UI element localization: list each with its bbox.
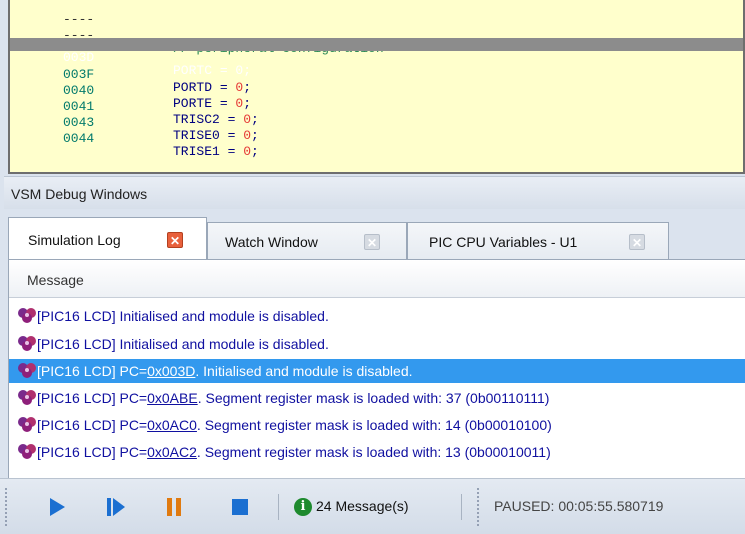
toolbar-grip[interactable] xyxy=(476,487,480,527)
pc-address-link[interactable]: 0x0AC0 xyxy=(147,417,197,433)
toolbar-grip[interactable] xyxy=(4,487,8,527)
vsm-debugger-window: ---- ---- // peripheral configuration 00… xyxy=(0,0,745,534)
code-address: 0044 xyxy=(63,131,95,146)
pc-address-link[interactable]: 0x0AC2 xyxy=(147,444,197,460)
lcd-component-icon xyxy=(18,336,36,351)
code-statement: TRISE1 = 0; xyxy=(173,144,259,159)
toolbar-separator xyxy=(461,494,462,520)
log-row[interactable]: [PIC16 LCD] PC=0x0ABE. Segment register … xyxy=(9,386,745,410)
code-line[interactable]: ---- xyxy=(10,0,743,26)
column-header-message[interactable]: Message xyxy=(9,260,745,298)
code-line[interactable]: 0044 TRISE1 = 0; xyxy=(10,119,743,158)
vsm-debug-title: VSM Debug Windows xyxy=(11,186,148,202)
step-icon[interactable] xyxy=(104,496,126,518)
code-line[interactable]: 0041 TRISC2 = 0; xyxy=(10,87,743,126)
log-row[interactable]: [PIC16 LCD] Initialised and module is di… xyxy=(9,332,745,356)
close-icon[interactable]: ✕ xyxy=(629,234,645,250)
code-line[interactable]: 0040 PORTE = 0; xyxy=(10,71,743,110)
pc-address-link[interactable]: 0x0ABE xyxy=(147,390,198,406)
log-message: [PIC16 LCD] PC=0x0AC2. Segment register … xyxy=(37,444,551,460)
lcd-component-icon xyxy=(18,417,36,432)
tab-label: PIC CPU Variables - U1 xyxy=(429,234,578,250)
log-row-selected[interactable]: [PIC16 LCD] PC=0x003D. Initialised and m… xyxy=(9,359,745,383)
code-line[interactable]: ---- // peripheral configuration xyxy=(10,16,743,55)
simulation-control-bar: i 24 Message(s) PAUSED: 00:05:55.580719 xyxy=(0,478,745,534)
log-row[interactable]: [PIC16 LCD] PC=0x0AC2. Segment register … xyxy=(9,440,745,464)
info-icon[interactable]: i xyxy=(294,498,312,516)
code-line-current[interactable]: 003D PORTC = 0; xyxy=(10,38,743,77)
tab-label: Simulation Log xyxy=(28,232,121,248)
log-message: [PIC16 LCD] PC=0x0AC0. Segment register … xyxy=(37,417,552,433)
close-icon[interactable]: ✕ xyxy=(167,232,183,248)
close-icon[interactable]: ✕ xyxy=(364,234,380,250)
code-line[interactable]: 003F PORTD = 0; xyxy=(10,55,743,94)
pause-icon[interactable] xyxy=(163,496,185,518)
simulation-log-list[interactable]: Message [PIC16 LCD] Initialised and modu… xyxy=(8,259,745,478)
lcd-component-icon xyxy=(18,444,36,459)
simulation-status: PAUSED: 00:05:55.580719 xyxy=(494,498,664,514)
stop-icon[interactable] xyxy=(229,496,251,518)
log-message: [PIC16 LCD] PC=0x0ABE. Segment register … xyxy=(37,390,550,406)
log-message: [PIC16 LCD] PC=0x003D. Initialised and m… xyxy=(37,363,413,379)
vsm-debug-title-bar: VSM Debug Windows xyxy=(4,176,745,209)
lcd-component-icon xyxy=(18,308,36,323)
play-icon[interactable] xyxy=(46,496,68,518)
log-row[interactable]: [PIC16 LCD] Initialised and module is di… xyxy=(9,304,745,328)
tab-pic-cpu-variables[interactable]: PIC CPU Variables - U1 ✕ xyxy=(407,222,669,259)
column-header-label: Message xyxy=(27,272,84,288)
tab-label: Watch Window xyxy=(225,234,318,250)
lcd-component-icon xyxy=(18,363,36,378)
tab-simulation-log[interactable]: Simulation Log ✕ xyxy=(8,217,207,260)
message-count[interactable]: 24 Message(s) xyxy=(316,498,409,514)
debug-tab-strip: Simulation Log ✕ Watch Window ✕ PIC CPU … xyxy=(4,209,745,260)
lcd-component-icon xyxy=(18,390,36,405)
log-message: [PIC16 LCD] Initialised and module is di… xyxy=(37,308,329,324)
toolbar-separator xyxy=(278,494,279,520)
log-message: [PIC16 LCD] Initialised and module is di… xyxy=(37,336,329,352)
source-code-pane[interactable]: ---- ---- // peripheral configuration 00… xyxy=(8,0,745,174)
log-row[interactable]: [PIC16 LCD] PC=0x0AC0. Segment register … xyxy=(9,413,745,437)
pc-address-link[interactable]: 0x003D xyxy=(147,363,195,379)
code-line[interactable]: 0043 TRISE0 = 0; xyxy=(10,103,743,142)
tab-watch-window[interactable]: Watch Window ✕ xyxy=(207,222,407,259)
